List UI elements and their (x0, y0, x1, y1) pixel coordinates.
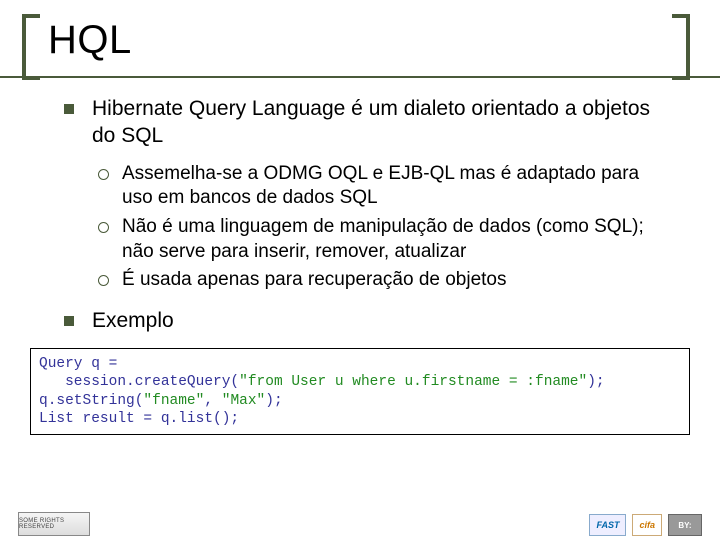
title-bracket-right (672, 14, 690, 80)
bullet-2-text: Exemplo (92, 309, 174, 332)
code-line-2a: session.createQuery( (39, 374, 239, 390)
cifa-logo: cifa (632, 514, 662, 536)
bullet-1: Hibernate Query Language é um dialeto or… (64, 95, 672, 293)
code-line-2c: ); (587, 374, 604, 390)
code-line-3b: "fname" (143, 393, 204, 409)
code-line-3d: "Max" (222, 393, 266, 409)
footer: SOME RIGHTS RESERVED FAST cifa BY: (0, 512, 720, 536)
code-line-3a: q.setString( (39, 393, 143, 409)
code-line-2b: "from User u where u.firstname = :fname" (239, 374, 587, 390)
footer-right: FAST cifa BY: (589, 514, 702, 536)
bullet-1-sub-1: Assemelha-se a ODMG OQL e EJB-QL mas é a… (92, 162, 672, 211)
bullet-1-sub-2: Não é uma linguagem de manipulação de da… (92, 215, 672, 264)
code-example: Query q = session.createQuery("from User… (30, 348, 690, 435)
cc-license-badge: SOME RIGHTS RESERVED (18, 512, 90, 536)
bullet-1-sub-3: É usada apenas para recuperação de objet… (92, 268, 672, 293)
title-bracket-left (22, 14, 40, 80)
slide-body: Hibernate Query Language é um dialeto or… (0, 71, 720, 334)
code-line-1: Query q = (39, 356, 117, 372)
code-line-3c: , (204, 393, 221, 409)
code-line-3e: ); (265, 393, 282, 409)
bullet-2: Exemplo (64, 307, 672, 334)
by-badge: BY: (668, 514, 702, 536)
slide-title: HQL (48, 18, 720, 63)
fast-logo: FAST (589, 514, 626, 536)
code-line-4: List result = q.list(); (39, 411, 239, 427)
bullet-1-text: Hibernate Query Language é um dialeto or… (92, 97, 650, 147)
